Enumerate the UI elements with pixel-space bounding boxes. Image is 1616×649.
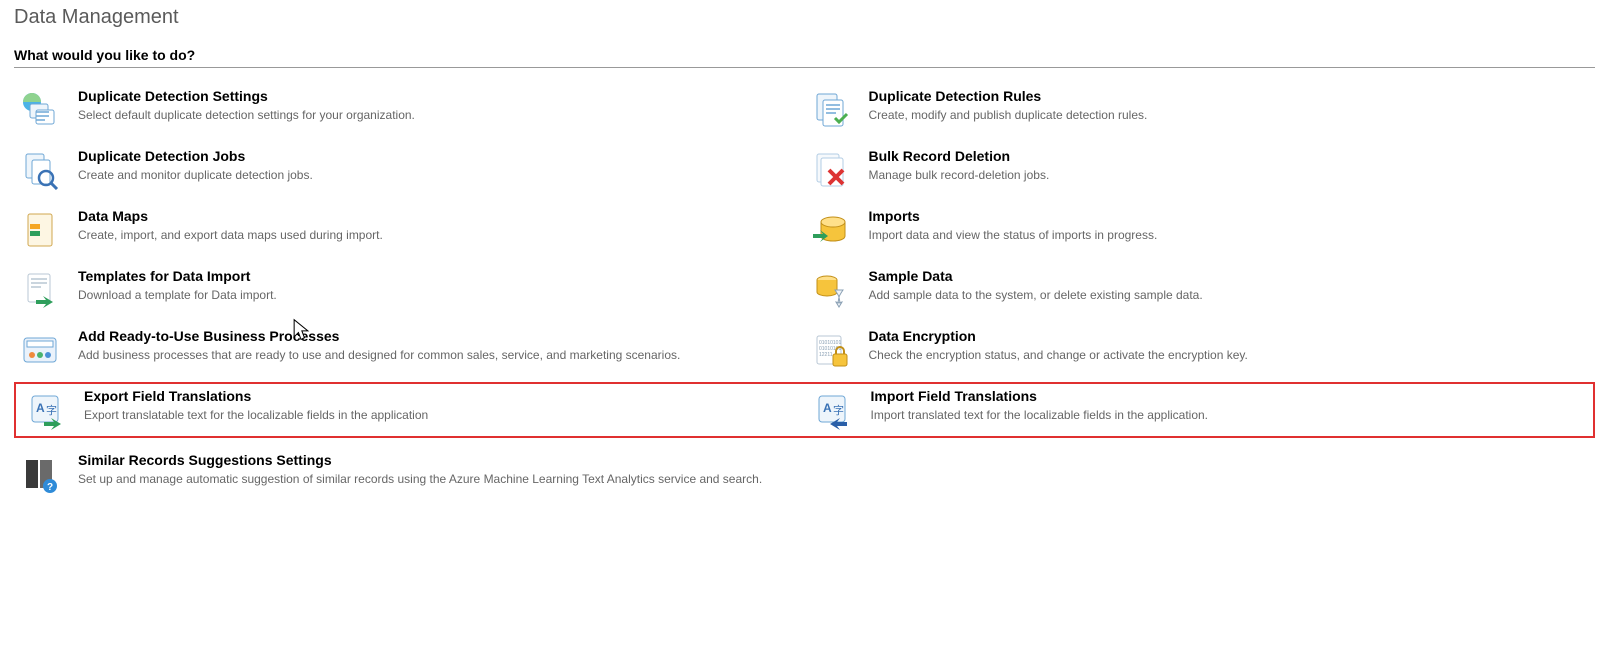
duplicate-settings-icon	[18, 88, 62, 132]
item-bulk-record-deletion[interactable]: Bulk Record Deletion Manage bulk record-…	[805, 148, 1596, 192]
svg-text:A: A	[823, 401, 832, 415]
item-title: Duplicate Detection Jobs	[78, 148, 793, 165]
item-data-encryption[interactable]: 010101010101010112211 Data Encryption Ch…	[805, 328, 1596, 372]
business-processes-icon	[18, 328, 62, 372]
section-heading: What would you like to do?	[14, 47, 1595, 67]
item-templates-for-data-import[interactable]: Templates for Data Import Download a tem…	[14, 268, 805, 312]
svg-text:字: 字	[833, 403, 844, 417]
bulk-delete-icon	[809, 148, 853, 192]
item-desc: Select default duplicate detection setti…	[78, 107, 793, 123]
duplicate-rules-icon	[809, 88, 853, 132]
item-desc: Create and monitor duplicate detection j…	[78, 167, 793, 183]
item-data-maps[interactable]: Data Maps Create, import, and export dat…	[14, 208, 805, 252]
item-title: Export Field Translations	[84, 388, 795, 405]
item-title: Bulk Record Deletion	[869, 148, 1584, 165]
item-title: Templates for Data Import	[78, 268, 793, 285]
item-import-field-translations[interactable]: A字 Import Field Translations Import tran…	[807, 388, 1594, 432]
item-title: Import Field Translations	[871, 388, 1582, 405]
item-duplicate-detection-rules[interactable]: Duplicate Detection Rules Create, modify…	[805, 88, 1596, 132]
svg-text:?: ?	[47, 482, 53, 493]
item-title: Duplicate Detection Settings	[78, 88, 793, 105]
item-imports[interactable]: Imports Import data and view the status …	[805, 208, 1596, 252]
item-title: Imports	[869, 208, 1584, 225]
item-desc: Create, modify and publish duplicate det…	[869, 107, 1584, 123]
item-desc: Add business processes that are ready to…	[78, 347, 793, 363]
data-encryption-icon: 010101010101010112211	[809, 328, 853, 372]
imports-icon	[809, 208, 853, 252]
item-title: Similar Records Suggestions Settings	[78, 452, 793, 469]
svg-text:A: A	[36, 401, 45, 415]
section-heading-wrap: What would you like to do?	[14, 47, 1595, 68]
import-translations-icon: A字	[811, 388, 855, 432]
item-export-field-translations[interactable]: A字 Export Field Translations Export tran…	[20, 388, 807, 432]
item-desc: Create, import, and export data maps use…	[78, 227, 793, 243]
svg-text:12211: 12211	[819, 352, 833, 358]
item-title: Add Ready-to-Use Business Processes	[78, 328, 793, 345]
item-title: Data Maps	[78, 208, 793, 225]
item-title: Duplicate Detection Rules	[869, 88, 1584, 105]
sample-data-icon	[809, 268, 853, 312]
data-maps-icon	[18, 208, 62, 252]
item-duplicate-detection-jobs[interactable]: Duplicate Detection Jobs Create and moni…	[14, 148, 805, 192]
item-similar-records-suggestions-settings[interactable]: ? Similar Records Suggestions Settings S…	[14, 452, 805, 496]
export-translations-icon: A字	[24, 388, 68, 432]
item-desc: Manage bulk record-deletion jobs.	[869, 167, 1584, 183]
item-desc: Download a template for Data import.	[78, 287, 793, 303]
highlighted-row: A字 Export Field Translations Export tran…	[14, 382, 1595, 438]
similar-records-icon: ?	[18, 452, 62, 496]
duplicate-jobs-icon	[18, 148, 62, 192]
templates-icon	[18, 268, 62, 312]
page-title: Data Management	[14, 6, 1602, 29]
item-add-ready-to-use-business-processes[interactable]: Add Ready-to-Use Business Processes Add …	[14, 328, 805, 372]
item-desc: Export translatable text for the localiz…	[84, 407, 795, 423]
item-desc: Import translated text for the localizab…	[871, 407, 1582, 423]
item-sample-data[interactable]: Sample Data Add sample data to the syste…	[805, 268, 1596, 312]
item-desc: Check the encryption status, and change …	[869, 347, 1584, 363]
item-desc: Set up and manage automatic suggestion o…	[78, 471, 793, 487]
item-duplicate-detection-settings[interactable]: Duplicate Detection Settings Select defa…	[14, 88, 805, 132]
item-desc: Import data and view the status of impor…	[869, 227, 1584, 243]
item-desc: Add sample data to the system, or delete…	[869, 287, 1584, 303]
item-title: Data Encryption	[869, 328, 1584, 345]
item-title: Sample Data	[869, 268, 1584, 285]
options-grid: Duplicate Detection Settings Select defa…	[14, 80, 1595, 504]
svg-text:字: 字	[46, 403, 57, 417]
